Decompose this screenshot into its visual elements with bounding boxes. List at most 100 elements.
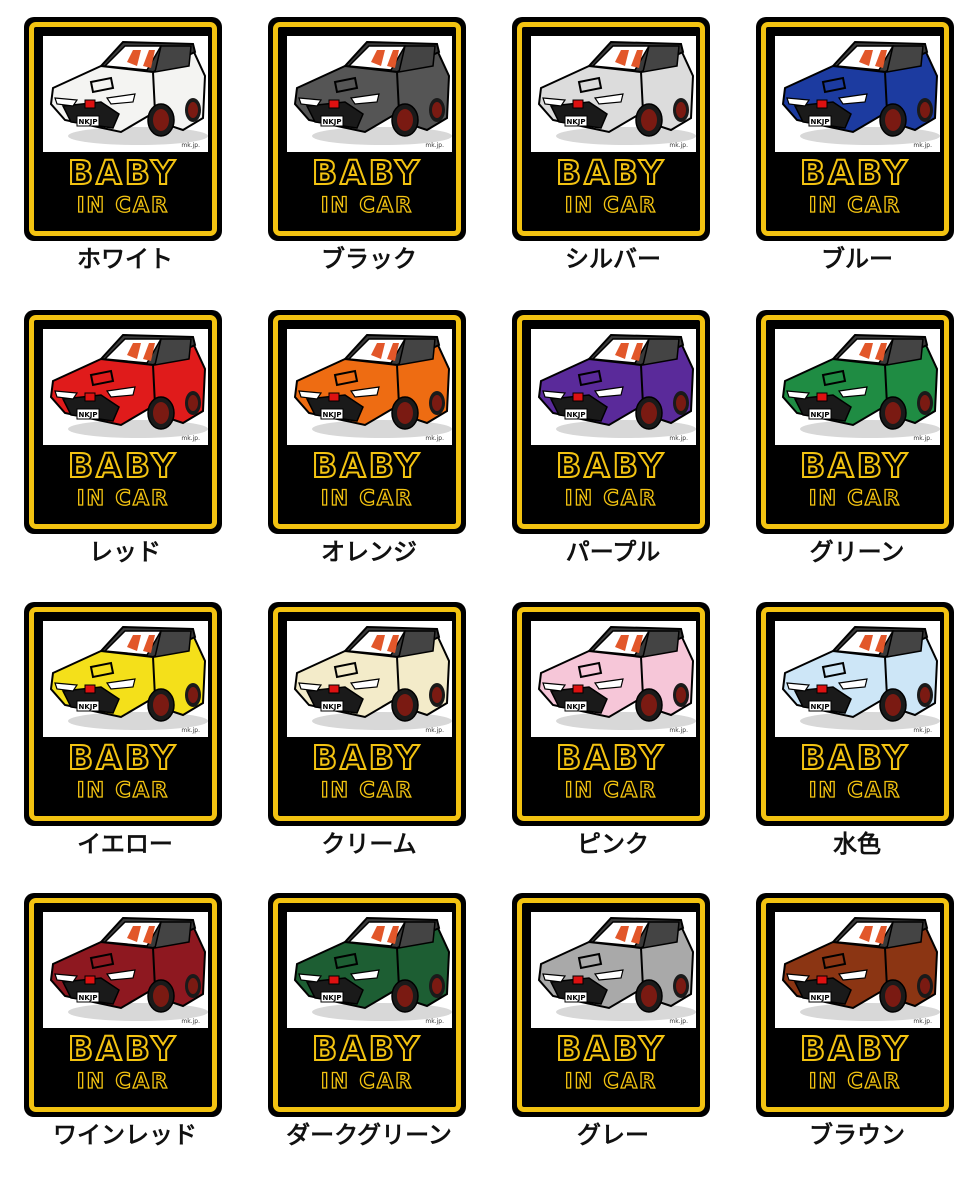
maker-mark: mk.jp.: [669, 142, 688, 149]
color-label: ブルー: [821, 245, 893, 273]
in-car-text: IN CAR: [320, 1068, 414, 1093]
color-option[interactable]: NKJP mk.jp. BABY IN CAR ダークグリーン: [248, 878, 490, 1170]
car-window: NKJP mk.jp.: [775, 912, 940, 1028]
color-label: グリーン: [809, 538, 905, 566]
baby-in-car-sticker: NKJP mk.jp. BABY IN CAR: [24, 893, 222, 1117]
in-car-text: IN CAR: [808, 192, 902, 217]
baby-text: BABY: [311, 445, 422, 486]
maker-mark: mk.jp.: [425, 435, 444, 442]
car-window: NKJP mk.jp.: [531, 36, 696, 152]
in-car-text: IN CAR: [76, 777, 170, 802]
color-option[interactable]: NKJP mk.jp. BABY IN CAR ブラウン: [736, 878, 970, 1170]
baby-text: BABY: [67, 152, 178, 193]
car-window: NKJP mk.jp.: [531, 621, 696, 737]
car-window: NKJP mk.jp.: [43, 36, 208, 152]
maker-mark: mk.jp.: [913, 727, 932, 734]
svg-text:NKJP: NKJP: [810, 118, 829, 126]
color-option[interactable]: NKJP mk.jp. BABY IN CAR ワインレッド: [4, 878, 246, 1170]
color-option[interactable]: NKJP mk.jp. BABY IN CAR ピンク: [492, 587, 734, 879]
baby-in-car-sticker: NKJP mk.jp. BABY IN CAR: [268, 310, 466, 534]
baby-in-car-sticker: NKJP mk.jp. BABY IN CAR: [512, 602, 710, 826]
svg-text:NKJP: NKJP: [322, 411, 341, 419]
svg-text:NKJP: NKJP: [810, 703, 829, 711]
car-window: NKJP mk.jp.: [287, 621, 452, 737]
maker-mark: mk.jp.: [181, 1018, 200, 1025]
sticker-frame: NKJP mk.jp. BABY IN CAR: [761, 315, 949, 529]
baby-in-car-sticker: NKJP mk.jp. BABY IN CAR: [756, 602, 954, 826]
sticker-frame: NKJP mk.jp. BABY IN CAR: [273, 898, 461, 1112]
sticker-frame: NKJP mk.jp. BABY IN CAR: [517, 315, 705, 529]
color-label: シルバー: [565, 245, 661, 273]
color-option[interactable]: NKJP mk.jp. BABY IN CAR グリーン: [736, 295, 970, 587]
car-illustration: NKJP: [781, 916, 940, 1021]
color-option[interactable]: NKJP mk.jp. BABY IN CAR オレンジ: [248, 295, 490, 587]
maker-mark: mk.jp.: [425, 1018, 444, 1025]
color-option[interactable]: NKJP mk.jp. BABY IN CAR イエロー: [4, 587, 246, 879]
color-label: 水色: [833, 830, 881, 858]
sticker-grid: NKJP mk.jp. BABY IN CAR ホワイト NKJP mk.jp. BABY IN…: [0, 0, 970, 1200]
sticker-frame: NKJP mk.jp. BABY IN CAR: [29, 607, 217, 821]
maker-mark: mk.jp.: [425, 142, 444, 149]
car-illustration: NKJP: [537, 625, 696, 730]
svg-text:NKJP: NKJP: [810, 994, 829, 1002]
in-car-text: IN CAR: [564, 485, 658, 510]
maker-mark: mk.jp.: [913, 435, 932, 442]
color-option[interactable]: NKJP mk.jp. BABY IN CAR ホワイト: [4, 2, 246, 294]
car-window: NKJP mk.jp.: [531, 912, 696, 1028]
in-car-text: IN CAR: [808, 777, 902, 802]
baby-in-car-sticker: NKJP mk.jp. BABY IN CAR: [268, 17, 466, 241]
sticker-frame: NKJP mk.jp. BABY IN CAR: [29, 22, 217, 236]
sticker-frame: NKJP mk.jp. BABY IN CAR: [517, 22, 705, 236]
baby-in-car-sticker: NKJP mk.jp. BABY IN CAR: [756, 310, 954, 534]
color-label: レッド: [89, 538, 161, 566]
color-label: ホワイト: [77, 245, 173, 273]
color-option[interactable]: NKJP mk.jp. BABY IN CAR レッド: [4, 295, 246, 587]
color-option[interactable]: NKJP mk.jp. BABY IN CAR 水色: [736, 587, 970, 879]
in-car-text: IN CAR: [320, 192, 414, 217]
maker-mark: mk.jp.: [181, 142, 200, 149]
color-label: ピンク: [577, 830, 649, 858]
car-illustration: NKJP: [537, 916, 696, 1021]
maker-mark: mk.jp.: [181, 727, 200, 734]
baby-text: BABY: [799, 152, 910, 193]
car-window: NKJP mk.jp.: [287, 329, 452, 445]
car-window: NKJP mk.jp.: [287, 912, 452, 1028]
color-label: イエロー: [77, 830, 173, 858]
car-illustration: NKJP: [49, 40, 208, 145]
sticker-frame: NKJP mk.jp. BABY IN CAR: [517, 898, 705, 1112]
sticker-frame: NKJP mk.jp. BABY IN CAR: [761, 22, 949, 236]
color-option[interactable]: NKJP mk.jp. BABY IN CAR ブラック: [248, 2, 490, 294]
svg-text:NKJP: NKJP: [322, 994, 341, 1002]
color-option[interactable]: NKJP mk.jp. BABY IN CAR クリーム: [248, 587, 490, 879]
color-label: クリーム: [321, 830, 417, 858]
color-option[interactable]: NKJP mk.jp. BABY IN CAR ブルー: [736, 2, 970, 294]
sticker-frame: NKJP mk.jp. BABY IN CAR: [761, 898, 949, 1112]
maker-mark: mk.jp.: [425, 727, 444, 734]
car-illustration: NKJP: [293, 40, 452, 145]
car-window: NKJP mk.jp.: [43, 912, 208, 1028]
svg-text:NKJP: NKJP: [566, 411, 585, 419]
in-car-text: IN CAR: [808, 485, 902, 510]
car-illustration: NKJP: [537, 40, 696, 145]
color-option[interactable]: NKJP mk.jp. BABY IN CAR グレー: [492, 878, 734, 1170]
svg-text:NKJP: NKJP: [78, 994, 97, 1002]
car-window: NKJP mk.jp.: [531, 329, 696, 445]
baby-in-car-sticker: NKJP mk.jp. BABY IN CAR: [24, 602, 222, 826]
car-illustration: NKJP: [49, 333, 208, 438]
svg-text:NKJP: NKJP: [810, 411, 829, 419]
car-window: NKJP mk.jp.: [775, 329, 940, 445]
baby-in-car-sticker: NKJP mk.jp. BABY IN CAR: [756, 17, 954, 241]
svg-text:NKJP: NKJP: [322, 703, 341, 711]
color-option[interactable]: NKJP mk.jp. BABY IN CAR パープル: [492, 295, 734, 587]
car-illustration: NKJP: [293, 625, 452, 730]
baby-text: BABY: [311, 152, 422, 193]
color-label: オレンジ: [321, 538, 417, 566]
car-window: NKJP mk.jp.: [775, 36, 940, 152]
color-option[interactable]: NKJP mk.jp. BABY IN CAR シルバー: [492, 2, 734, 294]
car-illustration: NKJP: [781, 333, 940, 438]
in-car-text: IN CAR: [76, 192, 170, 217]
color-label: ブラウン: [809, 1121, 905, 1149]
maker-mark: mk.jp.: [669, 1018, 688, 1025]
baby-in-car-sticker: NKJP mk.jp. BABY IN CAR: [24, 310, 222, 534]
baby-text: BABY: [555, 737, 666, 778]
